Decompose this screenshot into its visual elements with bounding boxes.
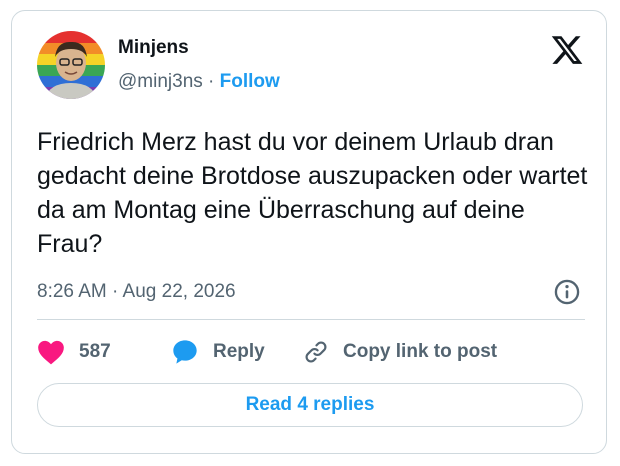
divider: [37, 319, 585, 320]
speech-bubble-icon: [173, 340, 197, 364]
reply-button[interactable]: Reply: [171, 337, 265, 367]
author-handle-row: @minj3ns · Follow: [118, 71, 280, 93]
read-replies-button[interactable]: Read 4 replies: [37, 383, 583, 427]
copy-link-button[interactable]: Copy link to post: [303, 337, 497, 367]
separator-dot: ·: [208, 71, 215, 92]
like-count: 587: [79, 341, 111, 362]
author-handle[interactable]: @minj3ns: [118, 71, 203, 92]
avatar[interactable]: [37, 31, 105, 99]
author-name[interactable]: Minjens: [118, 37, 189, 59]
copy-link-label: Copy link to post: [343, 341, 498, 362]
action-bar: 587 Reply Copy link to post: [37, 337, 597, 367]
reply-label: Reply: [213, 341, 265, 362]
tweet-text: Friedrich Merz hast du vor deinem Urlaub…: [37, 128, 588, 258]
tweet-card: Minjens @minj3ns · Follow Friedrich Merz…: [11, 10, 607, 454]
follow-link[interactable]: Follow: [220, 71, 280, 92]
avatar-image: [37, 31, 105, 99]
heart-icon: [38, 340, 64, 365]
info-icon[interactable]: [553, 278, 581, 306]
link-icon: [305, 341, 327, 363]
x-logo-icon[interactable]: [550, 33, 584, 67]
tweet-timestamp[interactable]: 8:26 AM · Aug 22, 2026: [37, 281, 236, 303]
like-button[interactable]: 587: [37, 337, 111, 367]
